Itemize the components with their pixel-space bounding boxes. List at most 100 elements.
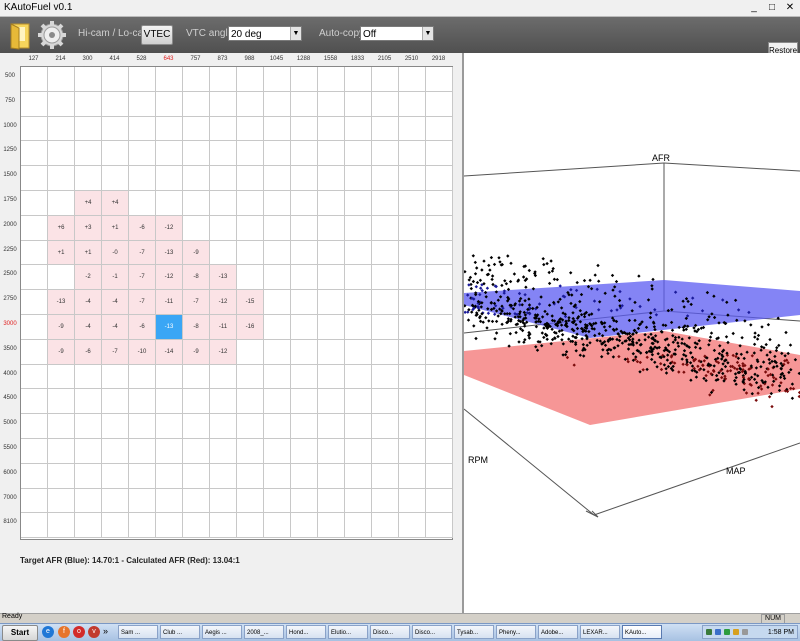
table-cell[interactable] — [102, 389, 129, 415]
table-cell[interactable] — [21, 463, 48, 489]
gear-icon[interactable] — [36, 19, 68, 51]
table-cell[interactable] — [426, 240, 453, 266]
table-cell[interactable] — [237, 389, 264, 415]
table-cell[interactable]: -9 — [48, 315, 75, 340]
table-cell[interactable] — [48, 166, 75, 191]
table-cell[interactable] — [291, 91, 318, 117]
table-cell[interactable] — [291, 240, 318, 266]
table-cell[interactable] — [102, 513, 129, 539]
table-cell[interactable] — [237, 488, 264, 514]
table-cell[interactable] — [372, 339, 399, 365]
minimize-button[interactable]: _ — [746, 1, 762, 14]
table-cell[interactable] — [75, 439, 102, 464]
table-cell[interactable] — [183, 463, 210, 489]
table-cell[interactable] — [264, 513, 291, 539]
table-cell[interactable] — [129, 364, 156, 390]
table-cell[interactable] — [399, 91, 426, 117]
table-cell[interactable] — [318, 315, 345, 340]
table-cell[interactable]: -4 — [102, 315, 129, 340]
table-cell[interactable] — [264, 463, 291, 489]
table-cell[interactable] — [75, 116, 102, 142]
table-cell[interactable] — [156, 116, 183, 142]
table-cell[interactable] — [237, 141, 264, 167]
table-cell[interactable] — [183, 414, 210, 439]
table-cell[interactable] — [183, 141, 210, 167]
table-cell[interactable] — [129, 513, 156, 539]
table-cell[interactable] — [291, 315, 318, 340]
table-cell[interactable] — [102, 463, 129, 489]
table-cell[interactable]: -12 — [156, 215, 183, 241]
table-cell[interactable] — [183, 166, 210, 191]
table-cell[interactable] — [75, 414, 102, 439]
table-cell[interactable]: -6 — [129, 315, 156, 340]
table-cell[interactable] — [426, 339, 453, 365]
table-cell[interactable]: -16 — [237, 315, 264, 340]
chevron-down-icon[interactable]: ▼ — [290, 27, 301, 40]
table-cell[interactable] — [129, 116, 156, 142]
table-cell[interactable] — [399, 339, 426, 365]
table-cell[interactable] — [48, 141, 75, 167]
table-cell[interactable] — [156, 166, 183, 191]
table-cell[interactable] — [372, 265, 399, 291]
quick-launch-more[interactable]: » — [103, 626, 108, 636]
table-cell[interactable]: -2 — [75, 265, 102, 291]
table-cell[interactable] — [318, 439, 345, 464]
table-cell[interactable] — [345, 265, 372, 291]
table-cell[interactable] — [291, 339, 318, 365]
folder-icon[interactable] — [4, 19, 36, 51]
table-cell[interactable] — [102, 141, 129, 167]
table-cell[interactable] — [318, 240, 345, 266]
table-cell[interactable] — [264, 265, 291, 291]
table-cell[interactable] — [183, 488, 210, 514]
table-cell[interactable] — [264, 439, 291, 464]
table-cell[interactable] — [21, 166, 48, 191]
taskbar-item[interactable]: Hond... — [286, 625, 326, 639]
table-cell[interactable] — [345, 439, 372, 464]
bluetooth-icon[interactable] — [715, 629, 721, 635]
table-cell[interactable] — [102, 414, 129, 439]
table-cell[interactable] — [210, 414, 237, 439]
table-cell[interactable] — [210, 67, 237, 92]
table-cell[interactable] — [129, 166, 156, 191]
table-cell[interactable] — [318, 488, 345, 514]
table-cell[interactable] — [48, 265, 75, 291]
table-cell[interactable] — [264, 339, 291, 365]
table-cell[interactable] — [291, 166, 318, 191]
taskbar-item[interactable]: Elutio... — [328, 625, 368, 639]
table-cell[interactable] — [237, 67, 264, 92]
table-cell[interactable] — [318, 166, 345, 191]
table-cell[interactable] — [399, 315, 426, 340]
table-cell[interactable] — [129, 67, 156, 92]
table-cell[interactable] — [183, 364, 210, 390]
table-cell[interactable] — [399, 463, 426, 489]
table-cell[interactable] — [372, 439, 399, 464]
shield-icon[interactable] — [724, 629, 730, 635]
table-cell[interactable] — [210, 116, 237, 142]
taskbar-item[interactable]: Club ... — [160, 625, 200, 639]
table-cell[interactable] — [156, 67, 183, 92]
network-icon[interactable] — [706, 629, 712, 635]
taskbar-item[interactable]: KAuto... — [622, 625, 662, 639]
table-cell[interactable] — [21, 488, 48, 514]
table-cell[interactable] — [210, 364, 237, 390]
table-cell[interactable] — [21, 290, 48, 315]
table-cell[interactable] — [345, 315, 372, 340]
vtc-angle-select[interactable]: 20 deg ▼ — [228, 26, 302, 41]
table-cell[interactable] — [183, 116, 210, 142]
table-cell[interactable] — [264, 414, 291, 439]
taskbar-item[interactable]: LEXAR... — [580, 625, 620, 639]
table-cell[interactable] — [426, 116, 453, 142]
table-cell[interactable] — [399, 488, 426, 514]
table-cell[interactable] — [183, 91, 210, 117]
opera-icon[interactable]: o — [73, 626, 85, 638]
table-cell[interactable] — [264, 364, 291, 390]
table-cell[interactable] — [237, 414, 264, 439]
table-cell[interactable] — [291, 215, 318, 241]
table-cell[interactable] — [75, 513, 102, 539]
table-cell[interactable] — [48, 463, 75, 489]
table-cell[interactable]: +1 — [102, 215, 129, 241]
table-cell[interactable] — [345, 463, 372, 489]
table-cell[interactable]: -7 — [129, 240, 156, 266]
table-cell[interactable] — [345, 91, 372, 117]
table-cell[interactable] — [210, 513, 237, 539]
